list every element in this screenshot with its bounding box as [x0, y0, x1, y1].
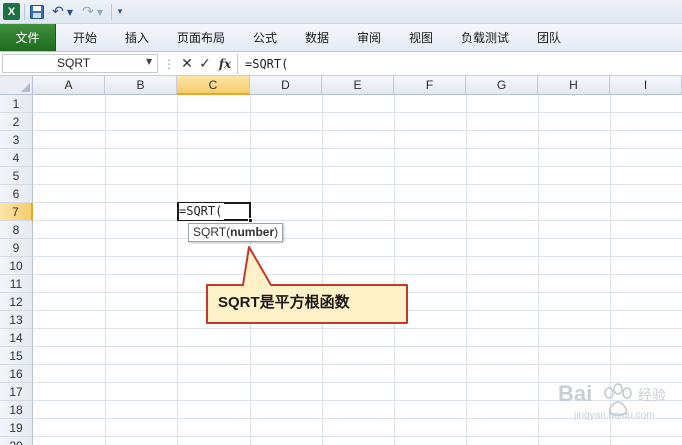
redo-icon[interactable]: ↷ [81, 3, 95, 21]
tab-home[interactable]: 开始 [60, 24, 110, 51]
column-header-a[interactable]: A [33, 76, 105, 95]
toolbar-divider [111, 4, 112, 20]
tab-view[interactable]: 视图 [396, 24, 446, 51]
gridline [33, 166, 682, 167]
tab-file[interactable]: 文件 [0, 24, 56, 51]
watermark-subtext: jingyan.baidu.com [574, 410, 655, 421]
row-header[interactable]: 16 [0, 365, 33, 383]
tab-data[interactable]: 数据 [292, 24, 342, 51]
column-header-h[interactable]: H [538, 76, 610, 95]
row-header[interactable]: 20 [0, 437, 33, 445]
row-header[interactable]: 6 [0, 185, 33, 203]
gridline [33, 220, 682, 221]
column-header-d[interactable]: D [250, 76, 322, 95]
row-header[interactable]: 5 [0, 167, 33, 185]
row-header[interactable]: 15 [0, 347, 33, 365]
insert-function-icon[interactable]: fx [217, 55, 233, 73]
row-header[interactable]: 4 [0, 149, 33, 167]
gridline [33, 184, 682, 185]
row-header[interactable]: 14 [0, 329, 33, 347]
row-header[interactable]: 10 [0, 257, 33, 275]
select-all-button[interactable] [0, 76, 33, 95]
formula-bar-grip-icon[interactable]: ⋮ [162, 55, 176, 73]
row-header[interactable]: 17 [0, 383, 33, 401]
row-header[interactable]: 2 [0, 113, 33, 131]
row-header[interactable]: 3 [0, 131, 33, 149]
column-header-g[interactable]: G [466, 76, 538, 95]
gridline [33, 130, 682, 131]
column-header-i[interactable]: I [610, 76, 682, 95]
callout-text: SQRT是平方根函数 [218, 294, 350, 311]
excel-icon[interactable]: X [3, 3, 20, 20]
save-icon[interactable] [29, 3, 44, 21]
toolbar-divider [24, 4, 25, 20]
tab-team[interactable]: 团队 [524, 24, 574, 51]
gridline [33, 148, 682, 149]
name-box-dropdown-icon[interactable]: ▼ [146, 57, 152, 66]
row-header[interactable]: 13 [0, 311, 33, 329]
tab-insert[interactable]: 插入 [112, 24, 162, 51]
customize-toolbar-icon[interactable]: ▾ [115, 3, 125, 21]
cancel-icon[interactable]: ✕ [180, 55, 194, 73]
row-header[interactable]: 8 [0, 221, 33, 239]
tab-formulas[interactable]: 公式 [240, 24, 290, 51]
watermark-text-2: 经验 [638, 388, 666, 404]
ribbon-tabs: 文件 开始 插入 页面布局 公式 数据 审阅 视图 负载测试 团队 [0, 24, 682, 52]
tab-load-test[interactable]: 负载测试 [448, 24, 522, 51]
enter-icon[interactable]: ✓ [198, 55, 212, 73]
row-header[interactable]: 9 [0, 239, 33, 257]
tab-page-layout[interactable]: 页面布局 [166, 24, 236, 51]
formula-bar: SQRT ▼ ⋮ ✕ ✓ fx =SQRT( [0, 52, 682, 76]
column-header-c[interactable]: C [177, 76, 250, 95]
callout-shape [206, 246, 408, 324]
row-header[interactable]: 1 [0, 95, 33, 113]
column-header-b[interactable]: B [105, 76, 177, 95]
formula-input[interactable]: =SQRT( [245, 55, 675, 73]
column-header-f[interactable]: F [394, 76, 466, 95]
row-header[interactable]: 7 [0, 203, 33, 221]
row-header[interactable]: 19 [0, 419, 33, 437]
undo-dropdown-icon[interactable]: ▼ [66, 3, 74, 21]
row-header[interactable]: 11 [0, 275, 33, 293]
row-header[interactable]: 12 [0, 293, 33, 311]
gridline [33, 364, 682, 365]
watermark-text: Bai [558, 381, 593, 406]
quick-access-toolbar: X ↶ ▼ ↷ ▼ ▾ [0, 0, 682, 24]
cell-c7-text[interactable]: =SQRT( [179, 203, 225, 220]
gridline [33, 346, 682, 347]
formula-bar-divider [237, 54, 238, 74]
name-box[interactable]: SQRT [2, 54, 158, 73]
gridline [33, 202, 682, 203]
gridline [33, 112, 682, 113]
row-header[interactable]: 18 [0, 401, 33, 419]
undo-icon[interactable]: ↶ [51, 3, 65, 21]
column-header-e[interactable]: E [322, 76, 394, 95]
tab-review[interactable]: 审阅 [344, 24, 394, 51]
redo-dropdown-icon[interactable]: ▼ [96, 3, 104, 21]
